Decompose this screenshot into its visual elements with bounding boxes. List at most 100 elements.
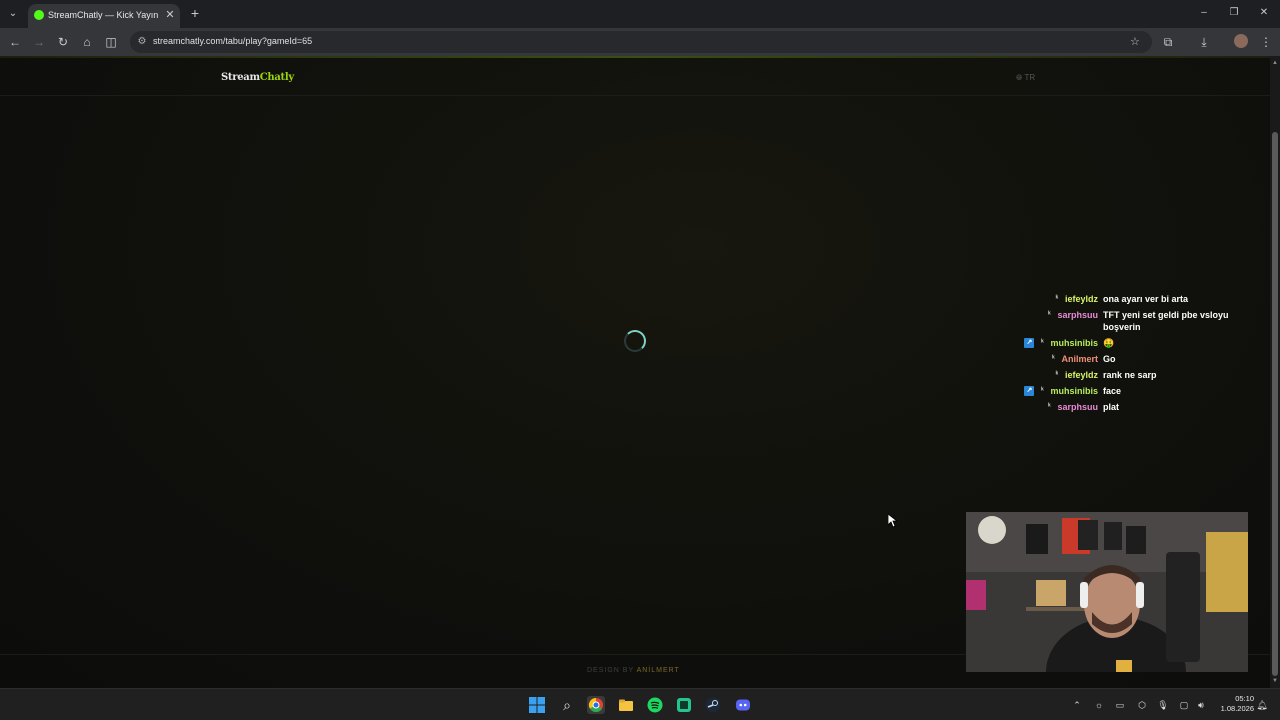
logo-part-stream: Stream (221, 72, 260, 83)
chat-username[interactable]: Anilmert (1061, 353, 1098, 365)
chat-message-text: ona ayarı ver bi arta (1103, 294, 1189, 304)
mouse-cursor-icon (888, 514, 898, 528)
notifications-icon[interactable]: 🔔︎ (1255, 698, 1269, 712)
chat-username[interactable]: sarphsuu (1057, 309, 1098, 321)
chat-overlay: ᵏ iefeyldz ona ayarı ver bi arta ᵏ sarphsuu T… (1000, 293, 1260, 417)
site-logo[interactable]: StreamChatly (221, 72, 294, 83)
webcam-overlay (966, 512, 1248, 672)
chat-message-text: 🤑 (1103, 338, 1115, 348)
chat-username[interactable]: iefeyldz (1065, 293, 1098, 305)
site-footer: DESIGN BY ANİLMERT (587, 667, 680, 674)
subscriber-badge-icon: ↗ (1024, 338, 1035, 348)
browser-titlebar: ⌄ StreamChatly — Kick Yayıncıları ✕ + – … (0, 0, 1280, 28)
window-close-icon[interactable]: ✕ (1258, 6, 1270, 20)
chat-message: ᵏ iefeyldz rank ne sarp (1000, 369, 1260, 381)
tab-title: StreamChatly — Kick Yayıncıları (48, 10, 158, 20)
footer-design-by: DESIGN BY (587, 667, 634, 674)
reload-icon[interactable]: ↻ (55, 34, 71, 50)
battery-icon[interactable]: ▭ (1113, 698, 1127, 712)
chat-username[interactable]: iefeyldz (1065, 369, 1098, 381)
bookmark-star-icon[interactable]: ☆ (1130, 35, 1142, 49)
scroll-down-icon[interactable]: ▼ (1270, 676, 1280, 686)
chat-message: ᵏ iefeyldz ona ayarı ver bi arta (1000, 293, 1260, 305)
chat-message-text: face (1103, 386, 1122, 396)
microphone-icon[interactable]: 🎙︎ (1156, 698, 1170, 712)
steam-icon[interactable] (704, 696, 722, 714)
browser-toolbar: ← → ↻ ⌂ ◫ ⚙ streamchatly.com/tabu/play?g… (0, 28, 1280, 56)
split-view-icon[interactable]: ◫ (103, 34, 119, 50)
chat-message-text: TFT yeni set geldi pbe vsloyu boşverin (1103, 310, 1229, 332)
windows-taskbar: ⌕ ⌃ ☼ ▭ ⬡ 🎙︎ ▢ 🔊︎ 05:10 1.08.2026 🔔︎ (0, 688, 1280, 720)
download-icon[interactable]: ⤓ (1196, 34, 1212, 50)
language-label: TR (1024, 73, 1036, 82)
scroll-up-icon[interactable]: ▲ (1270, 58, 1280, 68)
windows-start-icon[interactable] (528, 696, 546, 714)
url-text[interactable]: streamchatly.com/tabu/play?gameId=65 (153, 36, 312, 46)
logo-part-chatly: Chatly (259, 72, 294, 83)
kick-badge-icon: ᵏ (1041, 339, 1044, 346)
loading-spinner (624, 330, 646, 352)
tray-app-icon[interactable]: ☼ (1092, 698, 1106, 712)
vpn-icon[interactable]: ⬡ (1135, 698, 1149, 712)
back-icon[interactable]: ← (7, 34, 23, 50)
scroll-thumb[interactable] (1272, 132, 1278, 676)
chat-username[interactable]: sarphsuu (1057, 401, 1098, 413)
chat-message-text: Go (1103, 354, 1116, 364)
new-tab-icon[interactable]: + (188, 5, 202, 21)
site-info-icon[interactable]: ⚙ (136, 35, 148, 49)
footer-author[interactable]: ANİLMERT (637, 667, 680, 674)
show-hidden-icons-icon[interactable]: ⌃ (1070, 698, 1084, 712)
forward-icon[interactable]: → (31, 34, 47, 50)
chat-message: ᵏ sarphsuu plat (1000, 401, 1260, 413)
subscriber-badge-icon: ↗ (1024, 386, 1035, 396)
restore-icon[interactable]: ❐ (1228, 6, 1240, 20)
spotify-icon[interactable] (646, 696, 664, 714)
chat-message-text: plat (1103, 402, 1120, 412)
discord-icon[interactable] (734, 696, 752, 714)
chat-message-meta: ᵏ sarphsuu (1000, 401, 1098, 413)
kick-favicon-icon (34, 10, 44, 20)
kick-badge-icon: ᵏ (1048, 403, 1051, 410)
chat-username[interactable]: muhsinibis (1050, 337, 1098, 349)
webcam-image (966, 512, 1248, 672)
system-clock[interactable]: 05:10 1.08.2026 (1216, 694, 1254, 714)
kick-badge-icon: ᵏ (1052, 355, 1055, 362)
tab-close-icon[interactable]: ✕ (164, 8, 176, 22)
address-bar[interactable]: ⚙ streamchatly.com/tabu/play?gameId=65 ☆ (130, 31, 1152, 53)
kick-badge-icon: ᵏ (1055, 371, 1059, 378)
chat-message-meta: ᵏ iefeyldz (1000, 293, 1098, 305)
chat-message: ↗ ᵏ muhsinibis face (1000, 385, 1260, 397)
profile-avatar[interactable] (1234, 34, 1248, 48)
kick-badge-icon: ᵏ (1041, 387, 1044, 394)
kick-badge-icon: ᵏ (1048, 311, 1051, 318)
chat-message: ᵏ sarphsuu TFT yeni set geldi pbe vsloyu b… (1000, 309, 1260, 333)
kick-app-icon[interactable] (675, 696, 693, 714)
file-explorer-icon[interactable] (617, 696, 635, 714)
chat-message-meta: ↗ ᵏ muhsinibis (1000, 385, 1098, 397)
globe-icon: 🌐︎ (1016, 73, 1023, 82)
kick-badge-icon: ᵏ (1055, 295, 1059, 302)
tab-search-icon[interactable]: ⌄ (4, 6, 22, 22)
extensions-icon[interactable]: ⧉ (1160, 34, 1176, 50)
chat-message: ↗ ᵏ muhsinibis 🤑 (1000, 337, 1260, 349)
chat-message-meta: ↗ ᵏ muhsinibis (1000, 337, 1098, 349)
clock-date: 1.08.2026 (1220, 704, 1254, 713)
home-icon[interactable]: ⌂ (79, 34, 95, 50)
chat-message-meta: ᵏ Anilmert (1000, 353, 1098, 365)
menu-kebab-icon[interactable]: ⋮ (1258, 34, 1274, 50)
search-icon[interactable]: ⌕ (558, 696, 576, 714)
page-scrollbar[interactable]: ▲ ▼ (1270, 56, 1280, 688)
chat-message: ᵏ Anilmert Go (1000, 353, 1260, 365)
chat-message-text: rank ne sarp (1103, 370, 1157, 380)
chat-message-meta: ᵏ sarphsuu (1000, 309, 1098, 333)
minimize-icon[interactable]: – (1198, 6, 1210, 20)
site-header: StreamChatly 🌐︎ TR (0, 58, 1270, 96)
network-icon[interactable]: ▢ (1177, 698, 1191, 712)
language-switcher[interactable]: 🌐︎ TR (1016, 73, 1035, 83)
chat-message-meta: ᵏ iefeyldz (1000, 369, 1098, 381)
browser-tab[interactable]: StreamChatly — Kick Yayıncıları ✕ (28, 4, 180, 28)
chrome-icon[interactable] (587, 696, 605, 714)
chat-username[interactable]: muhsinibis (1050, 385, 1098, 397)
volume-icon[interactable]: 🔊︎ (1194, 698, 1208, 712)
clock-time: 05:10 (1235, 694, 1254, 703)
